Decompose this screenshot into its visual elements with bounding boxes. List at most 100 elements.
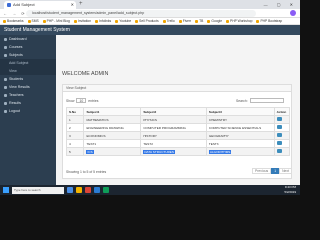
sidebar-item-view-results[interactable]: View Results <box>0 83 56 91</box>
letterbox-bottom <box>0 195 300 225</box>
bookmark-item[interactable]: SMS <box>27 19 39 23</box>
sidebar-item-results[interactable]: Results <box>0 99 56 107</box>
edit-icon[interactable] <box>276 117 282 121</box>
taskbar-search[interactable]: Type here to search <box>12 186 64 194</box>
system-clock[interactable]: 9:43 PM 5/2/2019 <box>284 185 296 195</box>
pager-next[interactable]: Next <box>279 168 293 174</box>
sidebar-item-teachers[interactable]: Teachers <box>0 91 56 99</box>
bookmark-label: Infolinks <box>99 19 112 23</box>
bookmark-item[interactable]: Google <box>207 19 222 23</box>
bookmarks-bar: Bookmarks SMS PHP - Mini Blog Invitation Inf… <box>0 18 300 25</box>
cell-text: 2 <box>69 125 71 130</box>
bookmark-icon <box>226 19 230 23</box>
bookmark-item[interactable]: Fiverr <box>178 19 192 23</box>
bookmark-item[interactable]: PHP Workshop <box>226 19 252 23</box>
cell-text: TEST2 <box>143 141 153 146</box>
search-label: Search: <box>236 98 248 103</box>
menu-icon <box>4 85 7 89</box>
sidebar-item-students[interactable]: Students <box>0 75 56 83</box>
bookmark-icon <box>207 19 211 23</box>
bookmark-label: Google <box>211 19 223 23</box>
bookmark-label: Invitation <box>77 19 92 23</box>
bookmark-icon <box>162 19 166 23</box>
pagination: Previous 1 Next <box>252 168 293 174</box>
menu-icon <box>4 37 7 41</box>
address-bar[interactable]: localhost/student_management_system/admi… <box>26 10 256 17</box>
sidebar-item-add-subject[interactable]: Add Subject <box>0 59 56 67</box>
sidebar-item-view[interactable]: View <box>0 67 56 75</box>
favicon-icon <box>7 3 11 7</box>
edit-icon[interactable] <box>276 125 282 129</box>
pager-previous[interactable]: Previous <box>252 168 272 174</box>
vscode-icon[interactable] <box>94 187 100 193</box>
bookmark-icon <box>115 19 119 23</box>
tab-title: Add Subject <box>13 2 35 7</box>
cell-text: 4 <box>69 141 71 146</box>
edit-icon[interactable] <box>276 133 282 137</box>
bookmark-item[interactable]: PHP Bootstrap <box>256 19 282 23</box>
bookmark-icon <box>256 19 260 23</box>
sidebar-item-subjects[interactable]: Subjects <box>0 51 56 59</box>
table-row: 2 ENGINEERING DRAWING COMPUTER PROGRAMMING… <box>65 123 291 132</box>
window-controls[interactable]: — ▢ ✕ <box>264 0 297 9</box>
table-cell: GEOGRAPHY <box>205 131 275 140</box>
entries-label: entries <box>88 98 99 103</box>
edit-icon[interactable] <box>276 141 282 145</box>
bookmark-label: PHP - Mini Blog <box>46 19 70 23</box>
cell-text: ALGORITHMS <box>208 149 232 154</box>
new-tab-button[interactable]: + <box>79 0 83 9</box>
cell-text: PHYSICS <box>143 117 157 122</box>
bookmark-item[interactable]: Trello <box>162 19 175 23</box>
bookmark-item[interactable]: PHP - Mini Blog <box>42 19 70 23</box>
entries-select[interactable]: 10 <box>76 98 87 103</box>
header-subject2[interactable]: Subject2 <box>140 107 207 116</box>
table-row: 5 ICS DATA STRUCTURES ALGORITHMS <box>65 147 291 156</box>
search-input[interactable] <box>249 98 284 103</box>
sidebar-item-label: View Results <box>9 85 30 89</box>
nav-buttons[interactable]: ← → ⟳ <box>3 9 27 18</box>
bookmark-item[interactable]: Infolinks <box>95 19 111 23</box>
task-view-icon[interactable] <box>67 187 73 193</box>
menu-icon <box>4 101 7 105</box>
edit-icon[interactable] <box>276 149 282 153</box>
table-row: 4 TEST1 TEST2 TEST3 <box>65 139 291 148</box>
table-cell: MATHEMATICS <box>83 115 142 124</box>
table-header-row: S.No Subject1 Subject2 Subject3 Action <box>65 107 291 116</box>
bookmark-label: Trello <box>166 19 175 23</box>
sidebar-item-logout[interactable]: Logout <box>0 107 56 115</box>
sidebar-item-courses[interactable]: Courses <box>0 43 56 51</box>
header-subject3[interactable]: Subject3 <box>205 107 275 116</box>
cell-text: 3 <box>69 133 71 138</box>
sidebar-item-dashboard[interactable]: Dashboard <box>0 35 56 43</box>
header-sno[interactable]: S.No <box>65 107 85 116</box>
bookmark-item[interactable]: Invitation <box>73 19 92 23</box>
bookmark-label: Fiverr <box>182 19 192 23</box>
file-explorer-icon[interactable] <box>76 187 82 193</box>
profile-avatar[interactable] <box>290 10 296 16</box>
bookmark-item[interactable]: TB <box>195 19 203 23</box>
menu-icon <box>4 45 7 49</box>
table-cell: TEST1 <box>83 139 142 148</box>
table-cell: TEST2 <box>140 139 207 148</box>
bookmark-item[interactable]: Youtube <box>115 19 131 23</box>
bookmark-item[interactable]: Bookmarks <box>3 19 24 23</box>
sidebar-item-label: Results <box>9 101 21 105</box>
cell-text: COMPUTER SCIENCE ESSENTIALS <box>208 125 262 130</box>
browser-tab[interactable]: Add Subject ✕ <box>4 1 76 9</box>
chrome-icon[interactable] <box>85 187 91 193</box>
table-cell: CHEMISTRY <box>205 115 275 124</box>
pager-page-1[interactable]: 1 <box>271 168 280 174</box>
cell-text: ECONOMICS <box>86 133 106 138</box>
app-icon[interactable] <box>103 187 109 193</box>
sidebar-item-label: Add Subject <box>9 61 29 65</box>
bookmark-label: TB <box>199 19 204 23</box>
bookmark-label: PHP Workshop <box>230 19 253 23</box>
table-cell: ECONOMICS <box>83 131 142 140</box>
windows-start-icon[interactable] <box>3 187 9 193</box>
header-subject1[interactable]: Subject1 <box>83 107 142 116</box>
bookmark-icon <box>73 19 77 23</box>
close-tab-icon[interactable]: ✕ <box>71 1 74 9</box>
sidebar-item-label: Dashboard <box>9 37 27 41</box>
show-label: Show <box>66 98 75 103</box>
bookmark-item[interactable]: Sell Products <box>135 19 159 23</box>
